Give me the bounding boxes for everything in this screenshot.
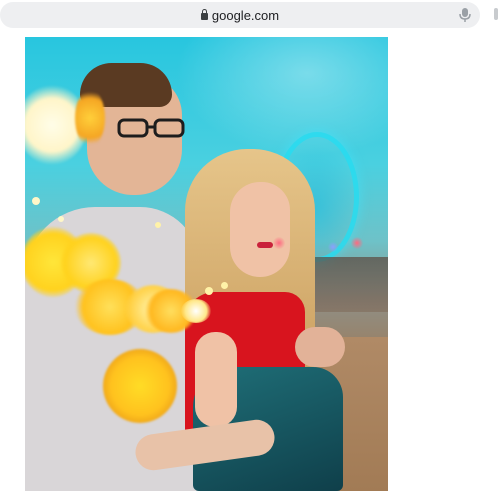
toolbar-edge-icon bbox=[494, 8, 498, 20]
woman-face bbox=[230, 182, 290, 277]
bokeh-light bbox=[181, 299, 211, 323]
bokeh-light bbox=[32, 197, 40, 205]
url-display[interactable]: google.com bbox=[0, 2, 480, 28]
clasped-hands bbox=[295, 327, 345, 367]
bokeh-light bbox=[221, 282, 228, 289]
url-text: google.com bbox=[211, 7, 280, 23]
bokeh-light bbox=[58, 216, 64, 222]
couple-bokeh-photo[interactable] bbox=[25, 37, 388, 491]
lock-icon bbox=[200, 8, 208, 20]
bokeh-light bbox=[273, 237, 285, 249]
woman-lips bbox=[257, 242, 273, 248]
bokeh-light bbox=[205, 287, 213, 295]
bokeh-light bbox=[103, 349, 177, 423]
sky-glow bbox=[175, 37, 388, 157]
bokeh-light bbox=[328, 242, 338, 252]
address-bar[interactable]: google.com bbox=[0, 2, 480, 28]
bokeh-light bbox=[351, 237, 363, 249]
glasses bbox=[117, 118, 185, 138]
bokeh-light bbox=[155, 222, 161, 228]
woman-arm bbox=[195, 332, 237, 427]
bokeh-light bbox=[75, 89, 105, 147]
microphone-icon[interactable] bbox=[458, 7, 472, 23]
